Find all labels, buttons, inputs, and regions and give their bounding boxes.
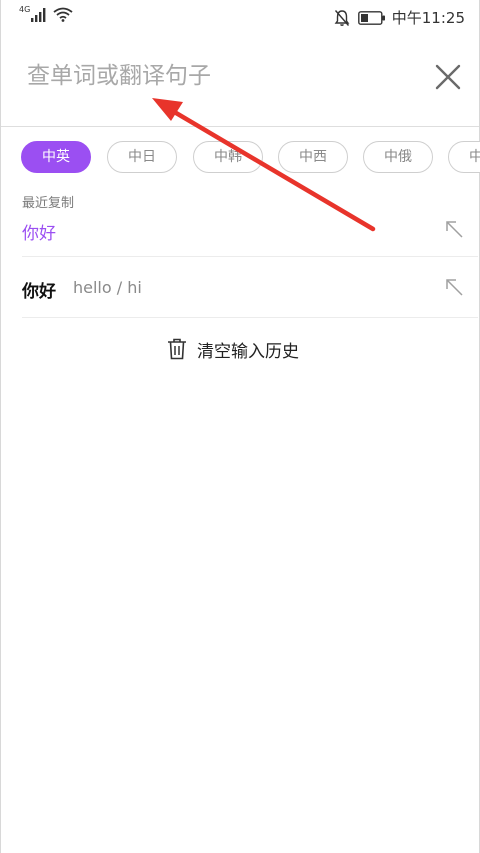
notification-off-icon — [334, 9, 350, 26]
recent-copy-text[interactable]: 你好 — [22, 219, 56, 244]
status-bar-left: 4G — [19, 5, 73, 22]
fill-arrow-icon[interactable] — [444, 277, 464, 297]
wifi-icon — [53, 7, 73, 22]
clock: 中午11:25 — [391, 9, 465, 27]
search-input[interactable] — [27, 58, 387, 94]
lang-chip-zh-ja[interactable]: 中日 — [107, 141, 177, 173]
signal-icon — [31, 8, 46, 22]
divider — [22, 317, 478, 318]
recent-copy-label: 最近复制 — [22, 196, 75, 211]
status-bar: 4G 中午11:25 — [1, 0, 480, 34]
lang-chip-more[interactable]: 中 — [448, 141, 480, 173]
close-button[interactable] — [429, 58, 467, 96]
history-meaning: hello / hi — [73, 278, 142, 297]
annotation-arrow — [152, 98, 376, 232]
clear-history-label: 清空输入历史 — [197, 341, 299, 362]
history-word: 你好 — [22, 282, 56, 302]
divider — [22, 256, 478, 257]
fill-arrow-icon[interactable] — [444, 219, 464, 239]
history-item[interactable]: 你好 hello / hi — [22, 260, 478, 316]
clear-history-button[interactable]: 清空输入历史 — [167, 336, 299, 362]
close-icon — [435, 64, 461, 90]
network-type: 4G — [19, 5, 31, 14]
search-header — [1, 34, 479, 127]
lang-chip-zh-es[interactable]: 中西 — [278, 141, 348, 173]
trash-icon — [168, 338, 186, 360]
language-selector: 中英 中日 中韩 中西 中俄 中 — [21, 140, 480, 176]
status-bar-right: 中午11:25 — [334, 7, 465, 28]
battery-icon — [357, 10, 385, 25]
lang-chip-zh-ko[interactable]: 中韩 — [193, 141, 263, 173]
lang-chip-zh-en[interactable]: 中英 — [21, 141, 91, 173]
lang-chip-zh-ru[interactable]: 中俄 — [363, 141, 433, 173]
